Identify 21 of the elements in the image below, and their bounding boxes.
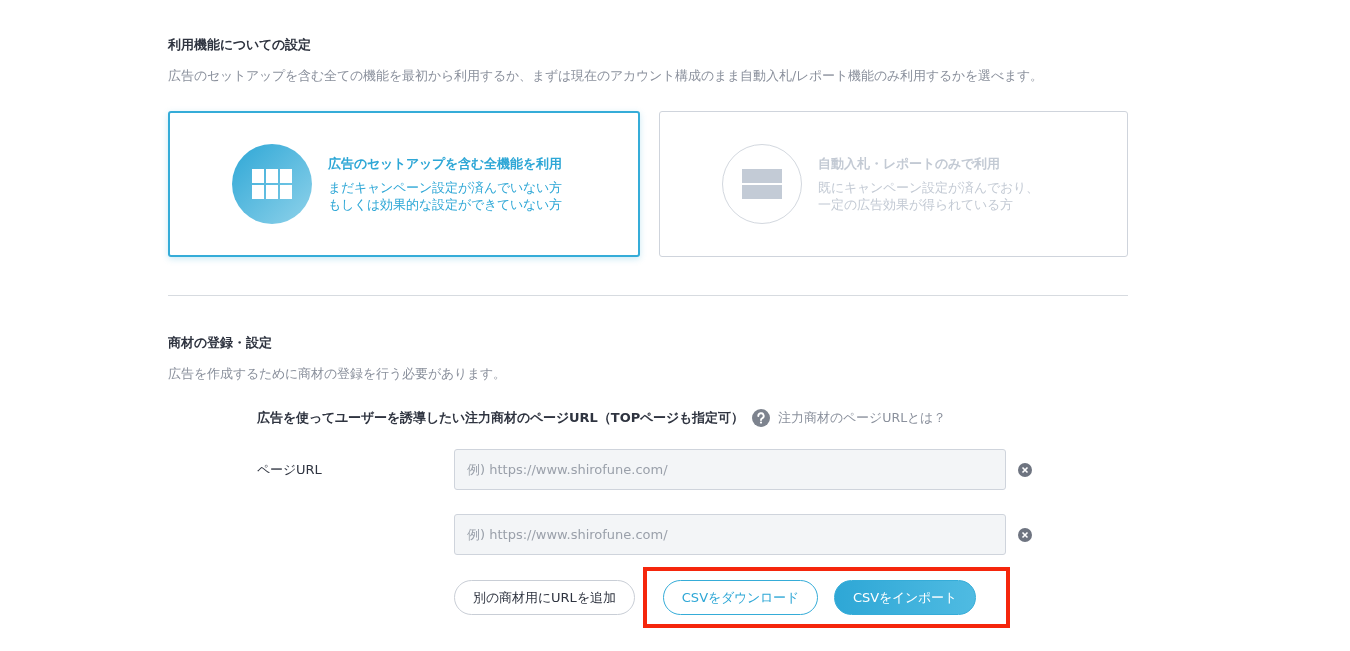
csv-import-button[interactable]: CSVをインポート xyxy=(834,580,977,615)
section-title: 商材の登録・設定 xyxy=(168,334,273,352)
clear-icon[interactable] xyxy=(1018,527,1032,542)
help-icon[interactable] xyxy=(752,409,771,427)
section-description: 広告を作成するために商材の登録を行う必要があります。 xyxy=(168,366,507,383)
help-link[interactable]: 注力商材のページURLとは？ xyxy=(778,409,947,427)
grid-icon xyxy=(252,169,292,199)
field-heading: 広告を使ってユーザーを誘導したい注力商材のページURL（TOPページも指定可） xyxy=(257,409,745,427)
section-description: 広告のセットアップを含む全ての機能を最初から利用するか、まずは現在のアカウント構成のまま自動入札/レポート機能のみ利用するかを選べます。 xyxy=(168,68,1045,85)
clear-icon[interactable] xyxy=(1018,462,1032,477)
option-card[interactable]: 広告のセットアップを含む全機能を利用 まだキャンペーン設定が済んでいない方 もしくは効果的な設定ができていない方 xyxy=(168,111,640,257)
csv-download-button[interactable]: CSVをダウンロード xyxy=(662,580,819,615)
field-label: ページURL xyxy=(257,460,323,479)
url-field[interactable]: 例) https://www.shirofune.com/ xyxy=(454,449,1006,490)
add-url-button[interactable]: 別の商材用にURLを追加 xyxy=(454,580,635,615)
option-description: まだキャンペーン設定が済んでいない方 もしくは効果的な設定ができていない方 xyxy=(328,179,562,213)
option-title: 広告のセットアップを含む全機能を利用 xyxy=(328,155,562,173)
section-title: 利用機能についての設定 xyxy=(168,36,312,54)
url-field[interactable]: 例) https://www.shirofune.com/ xyxy=(454,514,1006,555)
option-title: 自動入札・レポートのみで利用 xyxy=(817,155,1001,173)
rows-icon xyxy=(741,169,782,199)
